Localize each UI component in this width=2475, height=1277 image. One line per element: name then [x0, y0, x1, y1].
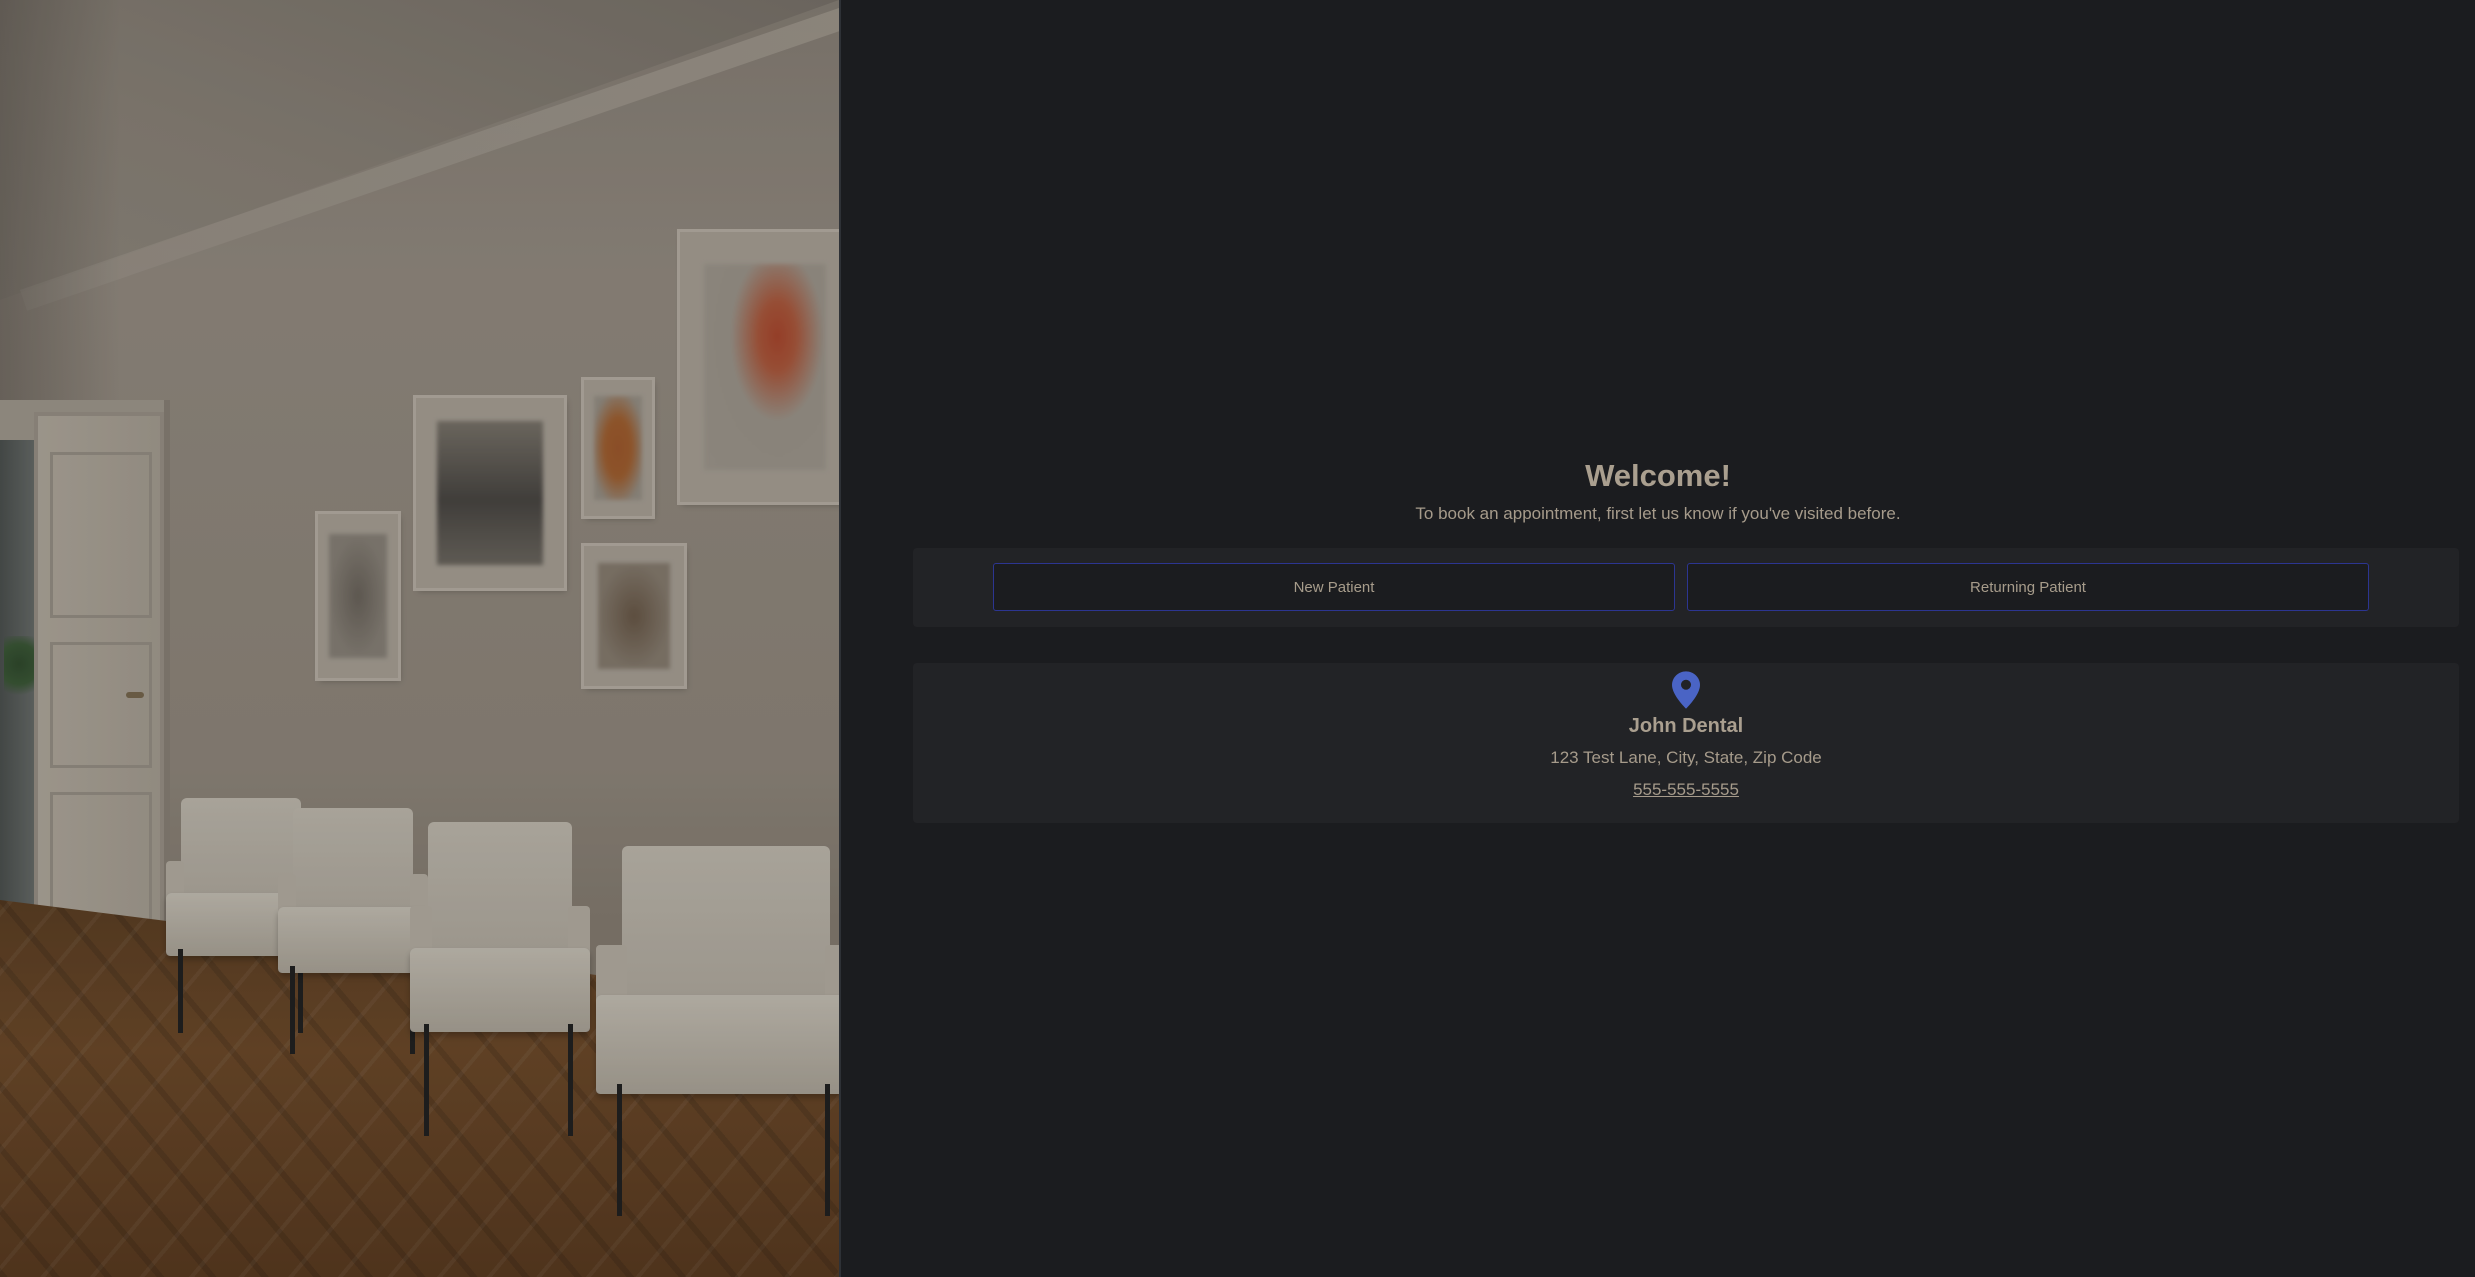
practice-phone-link[interactable]: 555-555-5555 [1633, 779, 1739, 801]
welcome-subtitle: To book an appointment, first let us kno… [1415, 504, 1901, 523]
waiting-room-photo [0, 0, 839, 1277]
map-pin-icon [1672, 671, 1700, 709]
new-patient-button[interactable]: New Patient [993, 563, 1675, 611]
practice-name: John Dental [1628, 715, 1744, 737]
location-card: John Dental 123 Test Lane, City, State, … [913, 663, 2459, 823]
patient-type-card: New Patient Returning Patient [913, 548, 2459, 627]
practice-address: 123 Test Lane, City, State, Zip Code [1550, 748, 1822, 767]
welcome-title: Welcome! [1585, 458, 1731, 493]
booking-panel: Welcome! To book an appointment, first l… [839, 0, 2475, 1277]
welcome-header: Welcome! To book an appointment, first l… [841, 456, 2475, 525]
returning-patient-button[interactable]: Returning Patient [1687, 563, 2369, 611]
booking-page: Welcome! To book an appointment, first l… [0, 0, 2475, 1277]
